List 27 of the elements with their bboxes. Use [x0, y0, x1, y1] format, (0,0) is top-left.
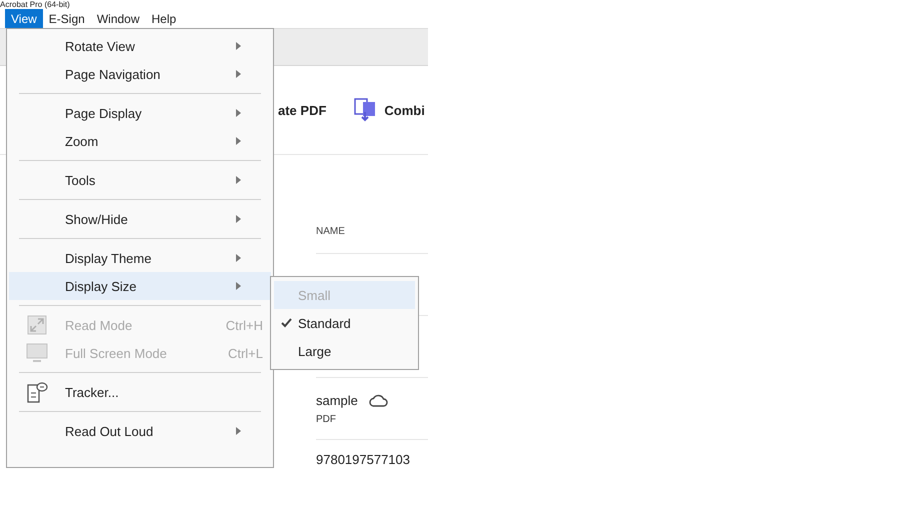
monitor-icon [26, 343, 48, 363]
menu-item[interactable]: Rotate View [9, 32, 271, 60]
file-name: 9780197577103 [316, 452, 410, 467]
file-name: sample [316, 392, 358, 408]
menu-item[interactable]: Display Theme [9, 244, 271, 272]
menu-bar-item[interactable]: E-Sign [42, 9, 91, 28]
submenu-item[interactable]: Large [274, 337, 415, 365]
expand-icon [27, 315, 47, 335]
menu-item[interactable]: Tools [9, 166, 271, 194]
toolbar-label[interactable]: Combi [384, 102, 425, 118]
submenu-item[interactable]: Standard [274, 309, 415, 337]
menu-item[interactable]: Tracker... [9, 378, 271, 406]
menu-item[interactable]: Zoom [9, 127, 271, 155]
toolbar-label[interactable]: ate PDF [278, 102, 326, 118]
menu-item[interactable]: Show/Hide [9, 205, 271, 233]
menu-bar-item[interactable]: View [5, 9, 43, 28]
window-title: Acrobat Pro (64-bit) [0, 0, 71, 9]
column-header: NAME [316, 225, 346, 239]
menu-item[interactable]: Read Out Loud [9, 417, 271, 445]
combine-files-icon [354, 98, 376, 122]
menu-bar-item[interactable]: Help [146, 9, 182, 28]
tracker-icon [26, 381, 48, 403]
menu-item[interactable]: Display Size [9, 272, 271, 300]
menu-bar-item[interactable]: Window [90, 9, 146, 28]
menu-item[interactable]: Page Display [9, 99, 271, 127]
file-type: PDF [316, 414, 337, 424]
menu-item[interactable]: Page Navigation [9, 60, 271, 88]
